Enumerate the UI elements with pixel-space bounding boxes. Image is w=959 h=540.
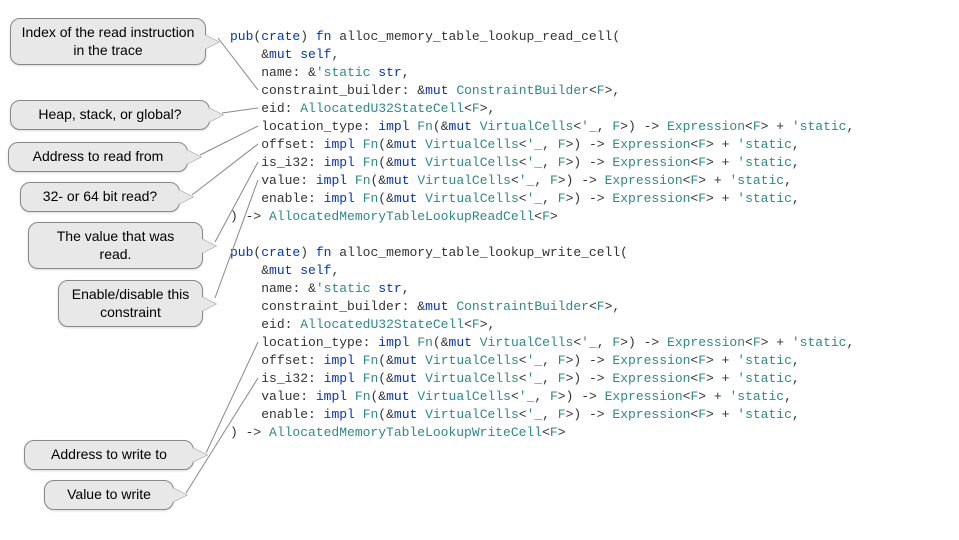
param-value: value [261, 173, 300, 188]
kw-crate: crate [261, 29, 300, 44]
ret1: AllocatedMemoryTableLookupReadCell [269, 209, 534, 224]
callout-value-write: Value to write [44, 480, 174, 510]
kw-mut: mut [269, 47, 292, 62]
fn1-name: alloc_memory_table_lookup_read_cell [339, 29, 612, 44]
param-cb: constraint_builder [261, 83, 401, 98]
param-loc: location_type [261, 119, 362, 134]
callout-eid: Index of the read instruction in the tra… [10, 18, 206, 65]
callout-location-type: Heap, stack, or global? [10, 100, 210, 130]
param-is-i32: is_i32 [261, 155, 308, 170]
param-offset-2: offset [261, 353, 308, 368]
param-eid: eid [261, 101, 284, 116]
kw-fn: fn [316, 29, 332, 44]
param-offset: offset [261, 137, 308, 152]
callout-offset-write: Address to write to [24, 440, 194, 470]
fn2-name: alloc_memory_table_lookup_write_cell [339, 245, 620, 260]
code-block: pub(crate) fn alloc_memory_table_lookup_… [230, 10, 949, 442]
param-enable: enable [261, 191, 308, 206]
callout-is-i32: 32- or 64 bit read? [20, 182, 180, 212]
callout-value-read: The value that was read. [28, 222, 203, 269]
param-name: name [261, 65, 292, 80]
kw-pub: pub [230, 29, 253, 44]
callout-offset-read: Address to read from [8, 142, 188, 172]
ret2: AllocatedMemoryTableLookupWriteCell [269, 425, 542, 440]
callout-enable: Enable/disable this constraint [58, 280, 203, 327]
param-value-2: value [261, 389, 300, 404]
